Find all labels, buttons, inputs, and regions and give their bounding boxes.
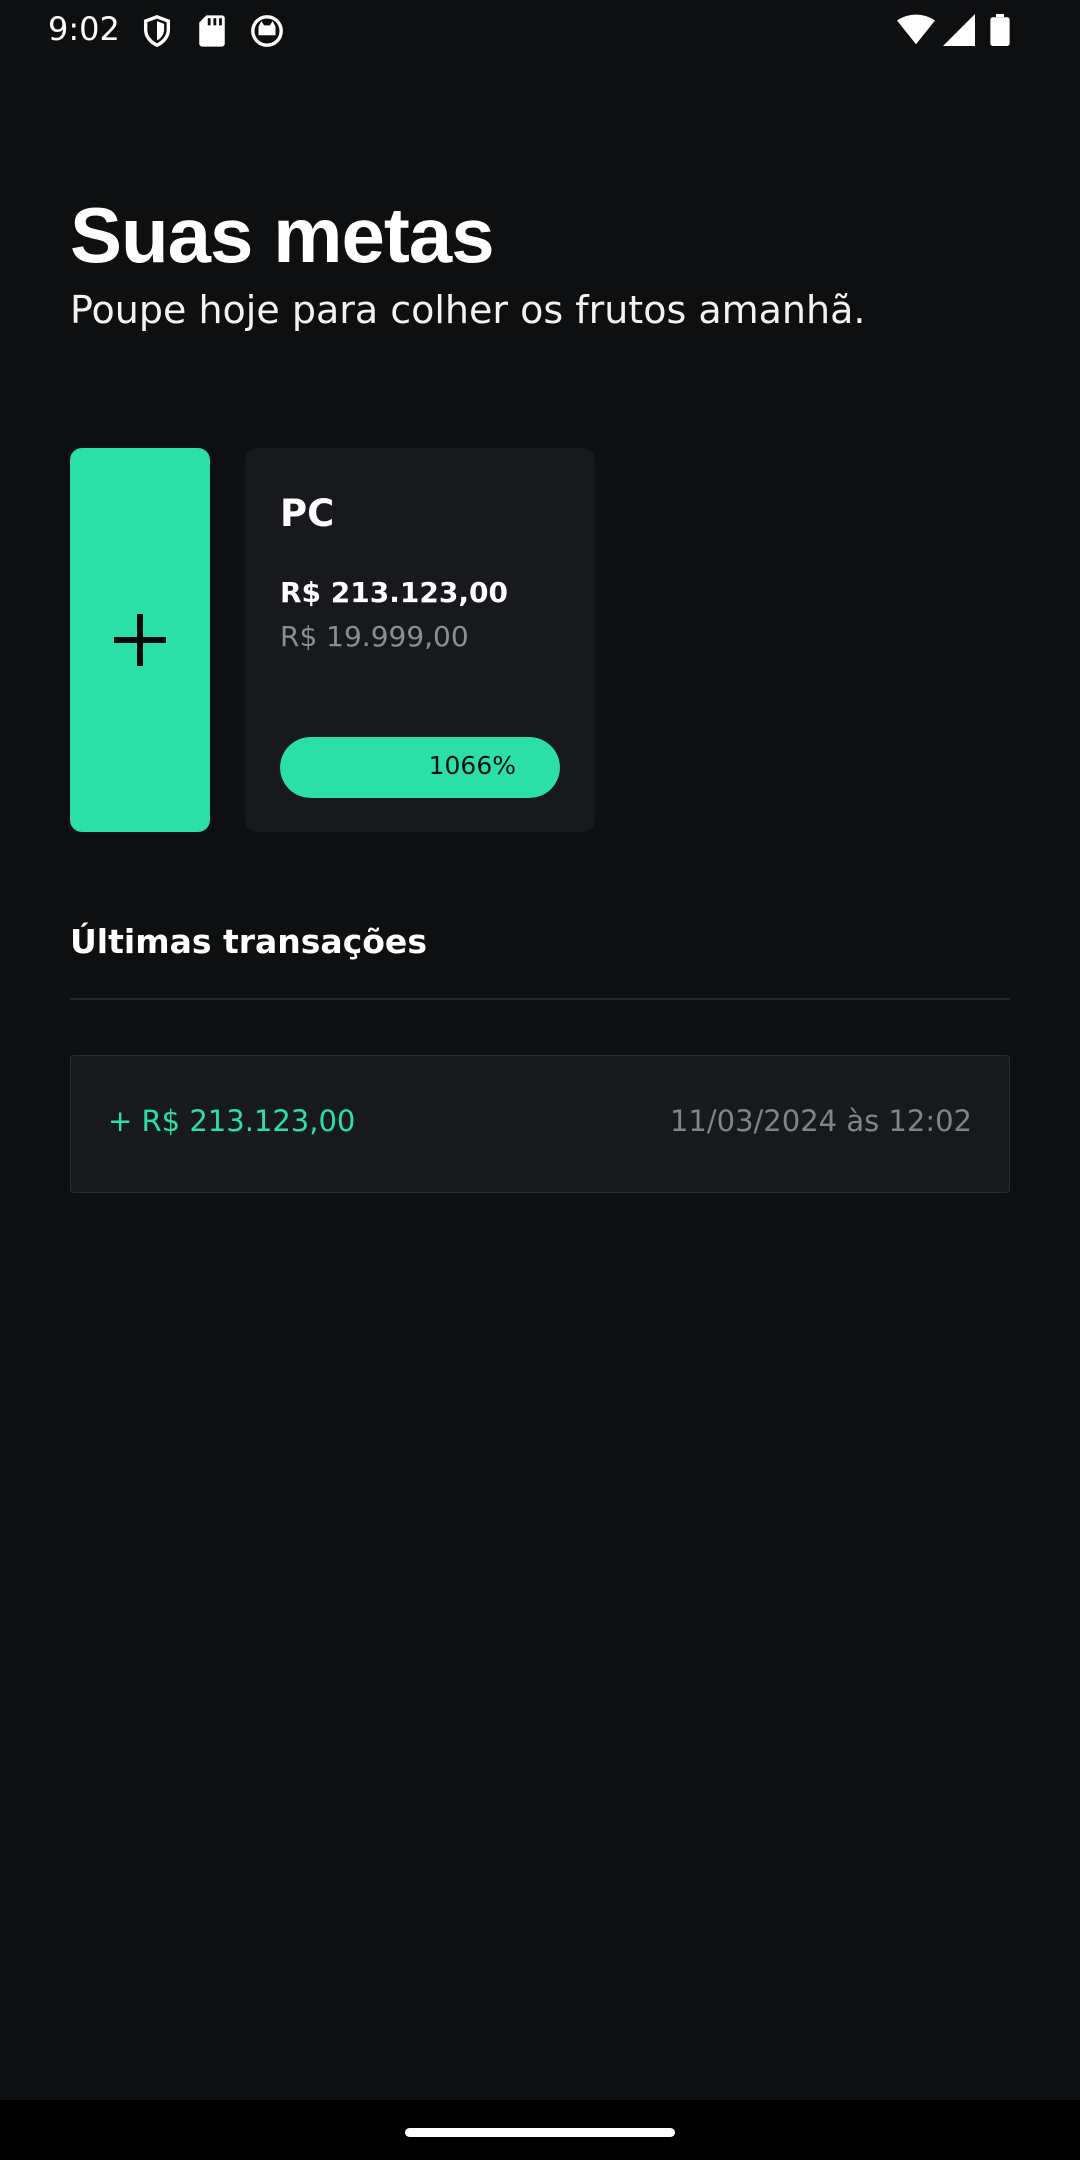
goal-progress-bar: 1066% bbox=[280, 737, 560, 798]
goal-progress-fill bbox=[280, 737, 560, 798]
battery-icon bbox=[989, 14, 1011, 51]
transaction-date: 11/03/2024 às 12:02 bbox=[669, 1104, 972, 1138]
goal-target-amount: R$ 19.999,00 bbox=[280, 620, 469, 653]
cat-face-icon bbox=[250, 14, 284, 53]
home-indicator[interactable] bbox=[405, 2128, 675, 2137]
signal-icon bbox=[943, 14, 975, 51]
goal-name: PC bbox=[280, 492, 335, 535]
transaction-row[interactable]: + R$ 213.123,00 11/03/2024 às 12:02 bbox=[70, 1055, 1010, 1193]
goal-progress-label: 1066% bbox=[428, 751, 516, 780]
page-title: Suas metas bbox=[70, 191, 495, 279]
wifi-icon bbox=[897, 14, 935, 51]
add-goal-button[interactable] bbox=[70, 448, 210, 832]
status-bar: 9:02 bbox=[0, 0, 1080, 60]
status-time: 9:02 bbox=[48, 10, 120, 48]
divider bbox=[70, 998, 1010, 1000]
shield-icon bbox=[140, 14, 174, 53]
goal-saved-amount: R$ 213.123,00 bbox=[280, 576, 508, 609]
goal-card[interactable]: PC R$ 213.123,00 R$ 19.999,00 1066% bbox=[245, 448, 595, 832]
page-subtitle: Poupe hoje para colher os frutos amanhã. bbox=[70, 288, 866, 332]
plus-icon bbox=[114, 614, 166, 666]
transactions-title: Últimas transações bbox=[70, 922, 427, 961]
transaction-amount: + R$ 213.123,00 bbox=[108, 1104, 356, 1138]
navigation-bar bbox=[0, 2100, 1080, 2160]
sd-card-icon bbox=[197, 14, 227, 53]
